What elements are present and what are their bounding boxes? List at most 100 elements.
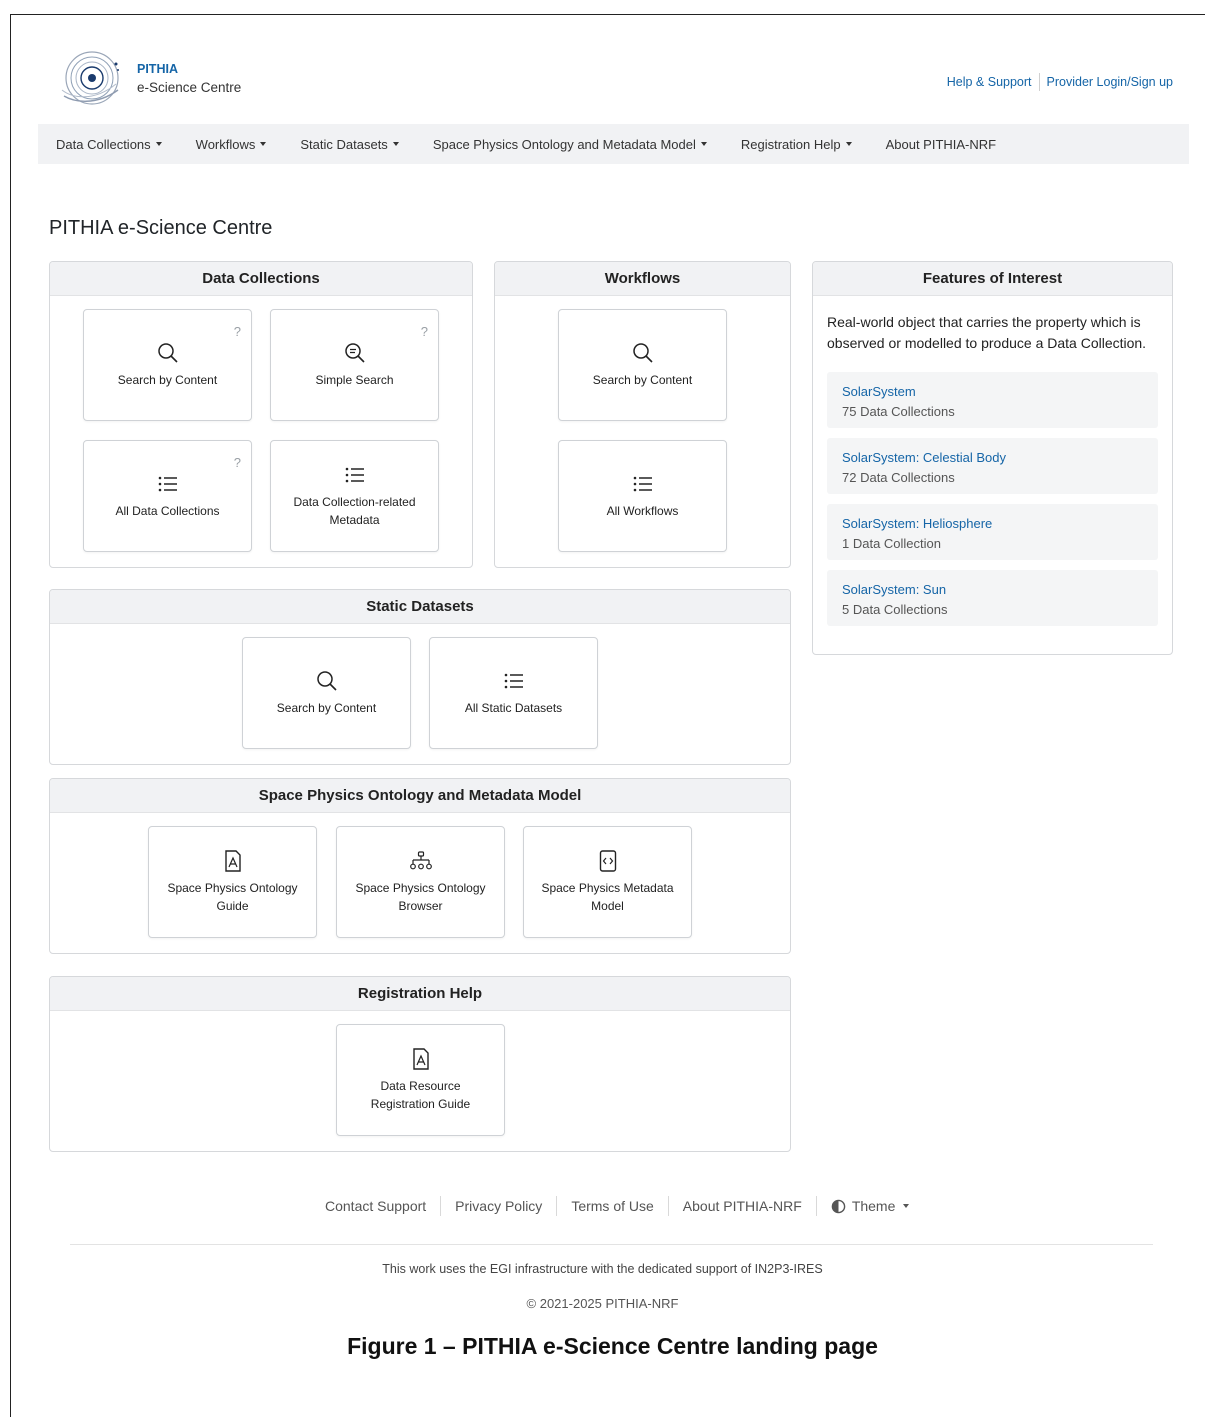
help-question-icon[interactable]: ? [234, 453, 241, 473]
search-icon [631, 341, 655, 365]
tile-label: Space Physics Ontology Browser [355, 881, 486, 913]
features-description: Real-world object that carries the prope… [827, 314, 1147, 351]
feature-count: 5 Data Collections [842, 601, 948, 617]
card-title: Workflows [495, 262, 790, 296]
nav-label: Static Datasets [300, 136, 388, 152]
registration-guide-tile[interactable]: Data Resource Registration Guide [336, 1024, 505, 1136]
registration-help-card: Registration Help Data Resource Registra… [49, 976, 791, 1152]
tile-label: Data Collection-related Metadata [293, 495, 416, 527]
nav-label: Registration Help [740, 136, 841, 152]
nav-ontology[interactable]: Space Physics Ontology and Metadata Mode… [433, 137, 707, 152]
caret-down-icon [155, 142, 162, 146]
caret-down-icon [392, 142, 399, 146]
static-datasets-card: Static Datasets Search by Content All St… [49, 589, 791, 765]
caret-down-icon [845, 142, 852, 146]
contrast-icon [831, 1199, 846, 1213]
nav-about[interactable]: About PITHIA-NRF [886, 137, 997, 152]
tile-label: Simple Search [315, 373, 394, 387]
feature-item[interactable]: SolarSystem: Heliosphere 1 Data Collecti… [827, 504, 1158, 560]
egi-notice: This work uses the EGI infrastructure wi… [382, 1262, 823, 1276]
page-title: PITHIA e-Science Centre [49, 217, 273, 239]
contact-support-link[interactable]: Contact Support [325, 1198, 426, 1214]
feature-link[interactable]: SolarSystem: Celestial Body [842, 448, 1143, 468]
dc-related-metadata-tile[interactable]: Data Collection-related Metadata [270, 440, 439, 552]
theme-dropdown[interactable]: Theme [831, 1198, 910, 1214]
code-file-icon [596, 849, 620, 873]
divider [815, 1196, 817, 1216]
search-icon [315, 669, 339, 693]
main-navbar: Data Collections Workflows Static Datase… [38, 124, 1189, 164]
divider [556, 1196, 558, 1216]
privacy-policy-link[interactable]: Privacy Policy [455, 1198, 542, 1214]
provider-login-link[interactable]: Provider Login/Sign up [1047, 75, 1173, 89]
list-icon [502, 669, 526, 693]
pithia-logo[interactable] [56, 50, 122, 108]
tile-label: All Workflows [606, 504, 679, 518]
tile-label: Search by Content [592, 373, 693, 387]
feature-item[interactable]: SolarSystem 75 Data Collections [827, 372, 1158, 428]
sd-search-by-content-tile[interactable]: Search by Content [242, 637, 411, 749]
tile-label: Space Physics Ontology Guide [167, 881, 298, 913]
tile-label: Search by Content [117, 373, 218, 387]
feature-count: 72 Data Collections [842, 469, 955, 485]
tile-label: Search by Content [276, 701, 377, 715]
list-icon [156, 472, 180, 496]
ontology-browser-tile[interactable]: Space Physics Ontology Browser [336, 826, 505, 938]
wf-all-workflows-tile[interactable]: All Workflows [558, 440, 727, 552]
caret-down-icon [260, 142, 267, 146]
sd-all-static-datasets-tile[interactable]: All Static Datasets [429, 637, 598, 749]
feature-count: 1 Data Collection [842, 535, 941, 551]
brand-subtitle[interactable]: e-Science Centre [137, 80, 241, 95]
top-links: Help & Support Provider Login/Sign up [947, 73, 1173, 91]
pdf-icon [409, 1047, 433, 1071]
feature-item[interactable]: SolarSystem: Celestial Body 72 Data Coll… [827, 438, 1158, 494]
tile-label: Data Resource Registration Guide [370, 1079, 471, 1111]
terms-of-use-link[interactable]: Terms of Use [571, 1198, 653, 1214]
wf-search-by-content-tile[interactable]: Search by Content [558, 309, 727, 421]
copyright: © 2021-2025 PITHIA-NRF [526, 1296, 679, 1311]
about-link[interactable]: About PITHIA-NRF [683, 1198, 802, 1214]
pdf-icon [221, 849, 245, 873]
tile-label: All Static Datasets [464, 701, 563, 715]
nav-label: About PITHIA-NRF [885, 136, 997, 152]
data-collections-card: Data Collections ? Search by Content ? S… [49, 261, 473, 568]
dc-all-data-collections-tile[interactable]: ? All Data Collections [83, 440, 252, 552]
help-question-icon[interactable]: ? [421, 322, 428, 342]
simple-search-icon [343, 341, 367, 365]
card-title: Registration Help [50, 977, 790, 1011]
workflows-card: Workflows Search by Content All Workflow… [494, 261, 791, 568]
divider [1038, 73, 1040, 91]
card-title: Space Physics Ontology and Metadata Mode… [50, 779, 790, 813]
nav-workflows[interactable]: Workflows [196, 137, 267, 152]
footer-links: Contact Support Privacy Policy Terms of … [325, 1196, 910, 1216]
ontology-card: Space Physics Ontology and Metadata Mode… [49, 778, 791, 954]
nav-label: Data Collections [56, 136, 151, 152]
search-icon [156, 341, 180, 365]
divider [440, 1196, 442, 1216]
feature-link[interactable]: SolarSystem: Sun [842, 580, 1143, 600]
dc-simple-search-tile[interactable]: ? Simple Search [270, 309, 439, 421]
feature-link[interactable]: SolarSystem: Heliosphere [842, 514, 1143, 534]
help-question-icon[interactable]: ? [234, 322, 241, 342]
feature-link[interactable]: SolarSystem [842, 382, 1143, 402]
card-title: Static Datasets [50, 590, 790, 624]
features-of-interest-card: Features of Interest Real-world object t… [812, 261, 1173, 655]
metadata-model-tile[interactable]: Space Physics Metadata Model [523, 826, 692, 938]
tile-label: All Data Collections [115, 504, 220, 518]
brand-name[interactable]: PITHIA [137, 62, 178, 76]
feature-count: 75 Data Collections [842, 403, 955, 419]
feature-item[interactable]: SolarSystem: Sun 5 Data Collections [827, 570, 1158, 626]
dc-search-by-content-tile[interactable]: ? Search by Content [83, 309, 252, 421]
caret-down-icon [700, 142, 707, 146]
nav-registration-help[interactable]: Registration Help [741, 137, 852, 152]
nav-static-datasets[interactable]: Static Datasets [300, 136, 399, 152]
ontology-guide-tile[interactable]: Space Physics Ontology Guide [148, 826, 317, 938]
tile-label: Space Physics Metadata Model [541, 881, 674, 913]
card-title: Features of Interest [813, 262, 1172, 296]
nav-data-collections[interactable]: Data Collections [56, 137, 162, 152]
divider [667, 1196, 669, 1216]
nav-label: Workflows [195, 136, 256, 152]
footer-divider [70, 1244, 1153, 1245]
help-support-link[interactable]: Help & Support [947, 75, 1032, 89]
figure-caption: Figure 1 – PITHIA e-Science Centre landi… [347, 1333, 878, 1359]
